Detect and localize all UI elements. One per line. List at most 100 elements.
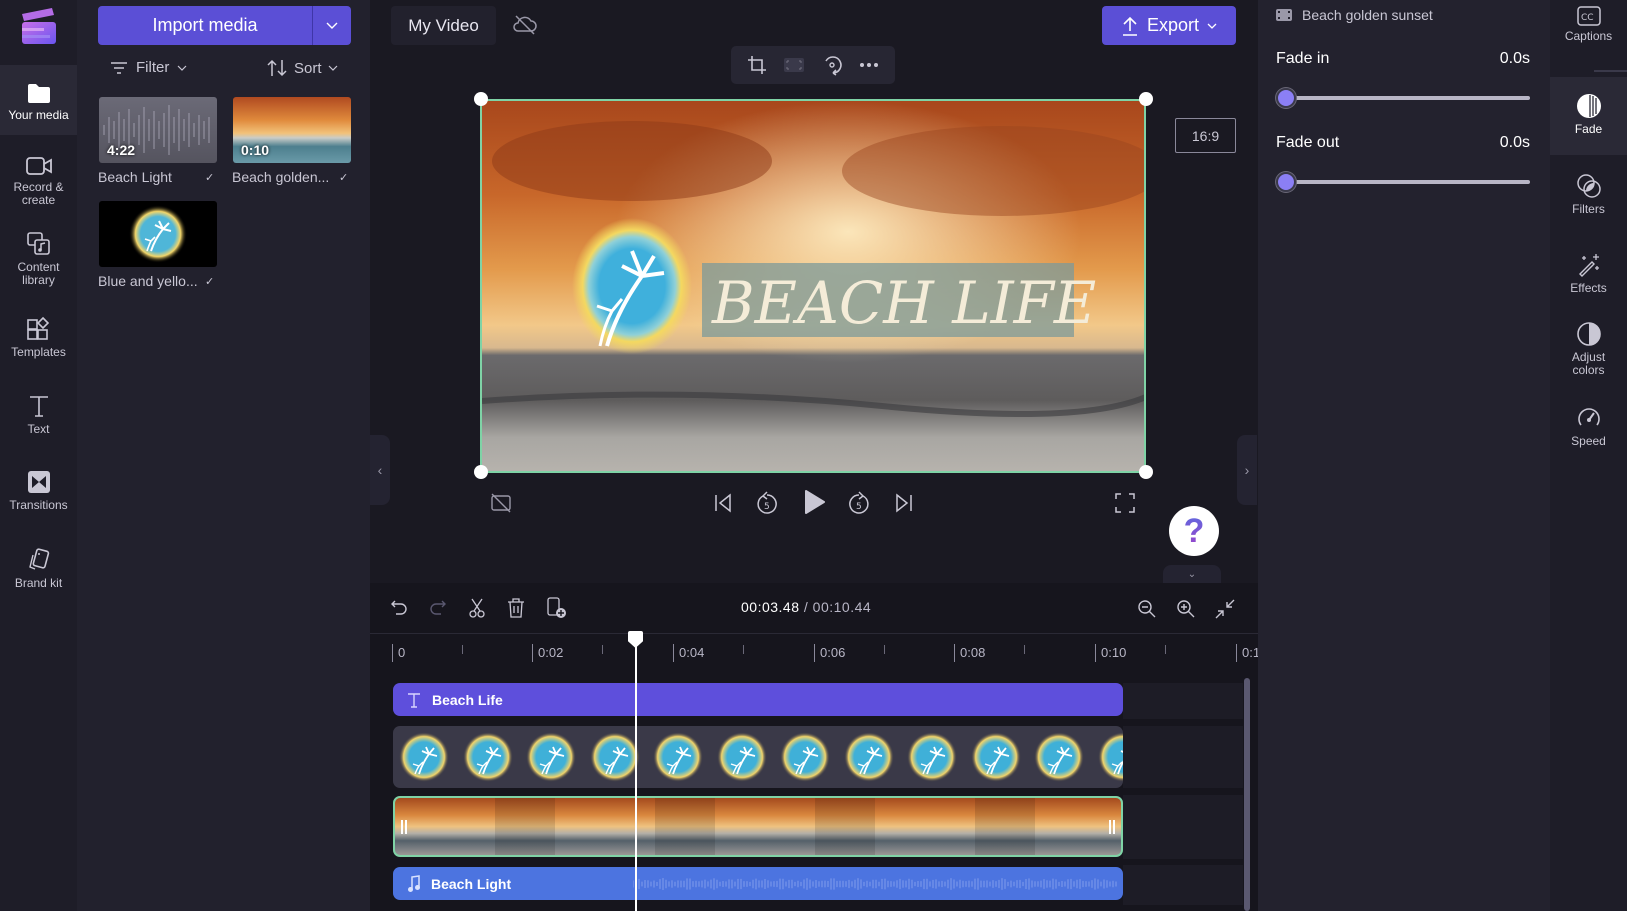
- play-icon[interactable]: [802, 489, 826, 515]
- video-preview[interactable]: BEACH LIFE: [480, 99, 1146, 473]
- track-empty-area: [1123, 865, 1243, 905]
- timeline-ruler[interactable]: 0 0:02 0:04 0:06 0:08 0:10 0:1: [370, 633, 1260, 663]
- nav-label: Brand kit: [14, 576, 63, 590]
- fade-out-slider[interactable]: [1276, 170, 1530, 194]
- zoom-out-icon[interactable]: [1137, 599, 1157, 619]
- ruler-label: 0:1: [1236, 644, 1260, 662]
- preview-frame: BEACH LIFE: [482, 101, 1144, 471]
- aspect-ratio-button[interactable]: 16:9: [1175, 118, 1236, 153]
- rail-speed[interactable]: Speed: [1550, 405, 1627, 459]
- split-scissors-icon[interactable]: [468, 598, 486, 618]
- ruler-tick: [602, 645, 603, 654]
- rail-filters[interactable]: Filters: [1550, 173, 1627, 227]
- nav-content-library[interactable]: Content library: [0, 231, 77, 297]
- captions-off-icon[interactable]: [490, 492, 512, 514]
- media-duration: 0:10: [241, 142, 270, 158]
- nav-templates[interactable]: Templates: [0, 316, 77, 370]
- rail-label: Fade: [1574, 122, 1603, 136]
- fullscreen-icon[interactable]: [1114, 492, 1136, 514]
- media-item-video[interactable]: 0:10: [233, 97, 351, 163]
- fade-out-value: 0.0s: [1499, 134, 1530, 151]
- crop-icon[interactable]: [747, 55, 767, 75]
- project-title-input[interactable]: My Video: [391, 6, 496, 45]
- trim-handle-left[interactable]: [401, 820, 407, 834]
- nav-label: Text: [27, 422, 50, 436]
- media-item-name: Beach golden...: [232, 169, 330, 185]
- collapse-left-panel-button[interactable]: ‹: [370, 435, 390, 505]
- video-clip[interactable]: [393, 796, 1123, 857]
- waveform-bars: [633, 878, 1117, 890]
- resize-handle-bottom-right[interactable]: [1139, 465, 1153, 479]
- rail-adjust-colors[interactable]: Adjust colors: [1550, 321, 1627, 387]
- rail-fade[interactable]: Fade: [1550, 77, 1627, 155]
- sort-button[interactable]: Sort: [266, 59, 338, 77]
- audio-clip[interactable]: Beach Light: [393, 867, 1123, 900]
- zoom-in-icon[interactable]: [1176, 599, 1196, 619]
- undo-icon[interactable]: [390, 599, 408, 617]
- fit-timeline-icon[interactable]: [1215, 599, 1235, 619]
- delete-icon[interactable]: [507, 598, 525, 618]
- current-time: 00:03.48: [741, 599, 800, 615]
- cloud-off-icon[interactable]: [510, 10, 540, 40]
- nav-record-create[interactable]: Record & create: [0, 155, 77, 221]
- rail-captions[interactable]: CC Captions: [1550, 6, 1627, 66]
- timeline: 00:03.48 / 00:10.44 0 0:02 0:04 0:06 0:0…: [370, 583, 1260, 911]
- transitions-icon: [27, 471, 50, 493]
- trim-handle-right[interactable]: [1109, 820, 1115, 834]
- logo-frame-thumbnail: [462, 732, 513, 782]
- nav-transitions[interactable]: Transitions: [0, 469, 77, 523]
- skip-to-start-icon[interactable]: [712, 492, 734, 514]
- logo-frame-thumbnail: [843, 732, 894, 782]
- redo-icon[interactable]: [429, 599, 447, 617]
- text-clip[interactable]: Beach Life: [393, 683, 1123, 716]
- nav-brand-kit[interactable]: Brand kit: [0, 547, 77, 601]
- selected-clip-name: Beach golden sunset: [1302, 7, 1433, 23]
- slider-track: [1286, 180, 1530, 184]
- text-icon: [408, 692, 420, 708]
- timeline-vertical-scrollbar[interactable]: [1244, 678, 1250, 911]
- more-icon[interactable]: [859, 62, 879, 68]
- image-clip[interactable]: [393, 726, 1123, 788]
- rail-effects[interactable]: Effects: [1550, 252, 1627, 306]
- help-button[interactable]: ?: [1169, 506, 1219, 556]
- nav-label: Record & create: [13, 180, 64, 207]
- ruler-label: 0:06: [814, 644, 845, 662]
- collapse-right-panel-button[interactable]: ›: [1237, 435, 1257, 505]
- media-item-audio[interactable]: 4:22: [99, 97, 217, 163]
- nav-label: Templates: [11, 345, 66, 359]
- media-item-name: Beach Light: [98, 169, 172, 185]
- logo-frame-thumbnail: [526, 732, 576, 782]
- fit-icon[interactable]: [783, 57, 805, 73]
- rewind-5-icon[interactable]: 5: [755, 490, 779, 516]
- export-label: Export: [1146, 15, 1200, 35]
- ruler-label: 0:10: [1095, 644, 1126, 662]
- forward-5-icon[interactable]: 5: [847, 490, 871, 516]
- nav-your-media[interactable]: Your media: [0, 65, 77, 135]
- chevron-left-icon: ‹: [377, 462, 383, 478]
- export-button[interactable]: Export: [1102, 6, 1236, 45]
- resize-handle-top-left[interactable]: [474, 92, 488, 106]
- chevron-down-icon: [1207, 23, 1217, 29]
- filter-button[interactable]: Filter: [110, 59, 187, 76]
- resize-handle-bottom-left[interactable]: [474, 465, 488, 479]
- rotate-icon[interactable]: [821, 54, 843, 76]
- import-media-button[interactable]: Import media: [98, 6, 312, 45]
- fade-in-slider[interactable]: [1276, 86, 1530, 110]
- ruler-tick: [462, 645, 463, 654]
- effects-icon: [1578, 254, 1599, 277]
- svg-text:CC: CC: [1581, 13, 1594, 23]
- nav-text[interactable]: Text: [0, 393, 77, 447]
- slider-thumb[interactable]: [1276, 88, 1296, 108]
- filter-icon: [111, 61, 127, 74]
- slider-thumb[interactable]: [1276, 172, 1296, 192]
- import-dropdown-button[interactable]: [312, 6, 351, 45]
- add-to-timeline-icon[interactable]: [547, 597, 567, 619]
- rail-divider: [1594, 70, 1627, 72]
- media-item-image[interactable]: [99, 201, 217, 267]
- collapse-preview-button[interactable]: ⌄: [1163, 565, 1221, 583]
- added-check-icon: ✓: [205, 172, 215, 184]
- rail-label: Effects: [1570, 281, 1607, 295]
- playhead-line: [635, 633, 637, 911]
- resize-handle-top-right[interactable]: [1139, 92, 1153, 106]
- skip-to-end-icon[interactable]: [893, 492, 915, 514]
